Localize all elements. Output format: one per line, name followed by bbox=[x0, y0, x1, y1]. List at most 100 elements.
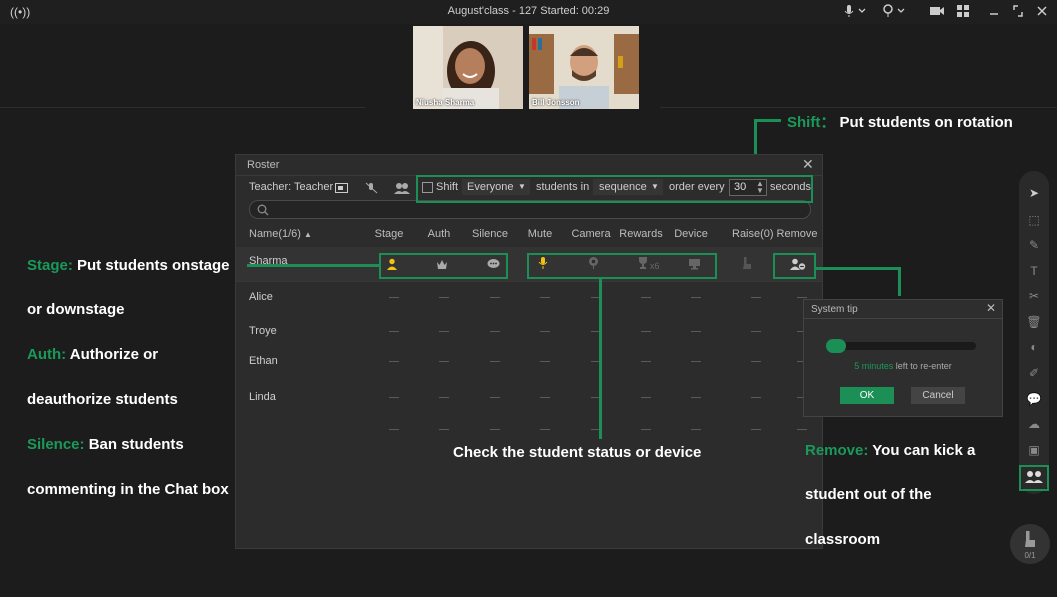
remove-highlight-box bbox=[773, 253, 816, 279]
sort-icon: ▲ bbox=[304, 230, 312, 239]
stage-annotation-line2: or downstage bbox=[27, 301, 125, 318]
system-tip-title: System tip bbox=[811, 304, 858, 315]
stage-annotation: Stage: Put students onstage bbox=[27, 257, 230, 274]
roster-title: Roster bbox=[247, 159, 280, 171]
empty-cell-dash bbox=[490, 397, 500, 398]
camera-mic-dropdown-icon[interactable] bbox=[881, 4, 909, 20]
empty-cell-dash bbox=[540, 397, 550, 398]
empty-cell-dash bbox=[641, 397, 651, 398]
expand-icon[interactable] bbox=[1012, 4, 1024, 20]
auth-annotation: Auth: Authorize or bbox=[27, 346, 158, 363]
countdown-progress-fill bbox=[826, 339, 846, 353]
cursor-icon[interactable]: ➤ bbox=[1026, 185, 1042, 201]
connector-line bbox=[898, 267, 901, 296]
roster-icon-highlight-box bbox=[1019, 465, 1049, 491]
video-tile-niusha[interactable]: Niusha Sharma bbox=[413, 26, 523, 109]
grid-icon[interactable] bbox=[956, 4, 970, 20]
video-name-label: Niusha Sharma bbox=[416, 98, 475, 107]
annotation-key: Remove: bbox=[805, 442, 869, 459]
empty-cell-dash bbox=[389, 361, 399, 362]
check-status-annotation: Check the student status or device bbox=[453, 444, 702, 461]
cloud-icon[interactable]: ☁ bbox=[1026, 416, 1042, 432]
connector-line bbox=[599, 279, 602, 439]
stage-auth-silence-highlight-box bbox=[379, 253, 508, 279]
cancel-button[interactable]: Cancel bbox=[911, 387, 965, 404]
scissors-icon[interactable]: ✂ bbox=[1026, 288, 1042, 304]
connector-line bbox=[247, 264, 380, 267]
students-icon[interactable] bbox=[394, 181, 410, 199]
student-name: Ethan bbox=[249, 355, 278, 367]
empty-cell-dash bbox=[751, 397, 761, 398]
auth-annotation-line2: deauthorize students bbox=[27, 391, 178, 408]
column-header-label: Name(1/6) bbox=[249, 228, 301, 240]
remove-annotation-line3: classroom bbox=[805, 531, 881, 548]
broadcast-icon[interactable]: ((•)) bbox=[10, 4, 30, 20]
column-header-name[interactable]: Name(1/6) ▲ bbox=[249, 228, 312, 240]
empty-cell-dash bbox=[641, 297, 651, 298]
close-icon[interactable] bbox=[1036, 4, 1048, 20]
chat-icon[interactable]: 💬 bbox=[1026, 391, 1042, 407]
annotation-text: Ban students bbox=[88, 436, 184, 453]
empty-cell-dash bbox=[797, 429, 807, 430]
empty-cell-dash bbox=[389, 429, 399, 430]
empty-cell-dash bbox=[439, 429, 449, 430]
annotation-key: Stage: bbox=[27, 257, 73, 274]
shift-highlight-box bbox=[416, 175, 813, 203]
column-header-raise: Raise(0) bbox=[732, 228, 774, 240]
text-icon[interactable]: T bbox=[1026, 263, 1042, 279]
column-header-mute: Mute bbox=[527, 228, 553, 240]
empty-cell-dash bbox=[641, 429, 651, 430]
annotation-text: Put students onstage bbox=[77, 257, 230, 274]
empty-cell-dash bbox=[691, 297, 701, 298]
system-tip-close-icon[interactable]: ✕ bbox=[986, 301, 996, 315]
student-name: Linda bbox=[249, 391, 276, 403]
connector-line bbox=[755, 119, 781, 122]
remove-annotation-line2: student out of the bbox=[805, 486, 932, 503]
toolbox-icon[interactable]: ▣ bbox=[1026, 442, 1042, 458]
mute-all-icon[interactable] bbox=[365, 181, 379, 199]
roster-window: Roster ✕ Teacher: Teacher Shift Everyone… bbox=[235, 154, 823, 549]
mic-dropdown-icon[interactable] bbox=[843, 4, 869, 20]
silence-annotation: Silence: Ban students bbox=[27, 436, 184, 453]
empty-cell-dash bbox=[751, 361, 761, 362]
annotation-text: Authorize or bbox=[69, 346, 159, 363]
tool-sidebar: ➤ ⬚ ✎ T ✂ 🗑 ◐ ✐ 💬 ☁ ▣ bbox=[1019, 171, 1049, 494]
video-tile-bill[interactable]: Bill Jonsson bbox=[529, 26, 639, 109]
video-name-label: Bill Jonsson bbox=[532, 98, 580, 107]
raise-count: 0/1 bbox=[1024, 551, 1036, 560]
empty-cell-dash bbox=[490, 361, 500, 362]
status-device-highlight-box bbox=[527, 253, 717, 279]
search-icon bbox=[257, 203, 269, 221]
laser-icon[interactable]: ◐ bbox=[1026, 339, 1042, 355]
divider bbox=[804, 318, 1002, 319]
select-area-icon[interactable]: ⬚ bbox=[1026, 212, 1042, 228]
ok-button[interactable]: OK bbox=[840, 387, 894, 404]
column-header-silence: Silence bbox=[471, 228, 509, 240]
empty-cell-dash bbox=[389, 331, 399, 332]
student-name: Troye bbox=[249, 325, 277, 337]
divider bbox=[660, 107, 1057, 108]
roster-close-icon[interactable]: ✕ bbox=[802, 156, 814, 173]
teacher-video-icon[interactable] bbox=[335, 181, 348, 199]
edit-icon[interactable]: ✐ bbox=[1026, 365, 1042, 381]
empty-cell-dash bbox=[490, 331, 500, 332]
raise-hand-icon bbox=[741, 256, 753, 274]
divider bbox=[236, 281, 822, 282]
column-header-camera: Camera bbox=[571, 228, 611, 240]
silence-annotation-line2: commenting in the Chat box bbox=[27, 481, 229, 498]
remove-annotation: Remove: You can kick a bbox=[805, 442, 975, 459]
empty-cell-dash bbox=[540, 429, 550, 430]
trash-icon[interactable]: 🗑 bbox=[1026, 314, 1042, 330]
video-icon[interactable] bbox=[929, 4, 945, 20]
pen-icon[interactable]: ✎ bbox=[1026, 237, 1042, 253]
raise-hand-button[interactable]: 0/1 bbox=[1010, 524, 1050, 564]
connector-line bbox=[816, 267, 901, 270]
annotation-text: You can kick a bbox=[872, 442, 976, 459]
minimize-icon[interactable] bbox=[988, 4, 1000, 20]
empty-cell-dash bbox=[490, 297, 500, 298]
countdown-suffix: left to re-enter bbox=[895, 361, 952, 371]
empty-cell-dash bbox=[641, 361, 651, 362]
annotation-key: Auth: bbox=[27, 346, 67, 363]
shift-annotation: Shift： Put students on rotation bbox=[787, 111, 1013, 132]
empty-cell-dash bbox=[439, 361, 449, 362]
